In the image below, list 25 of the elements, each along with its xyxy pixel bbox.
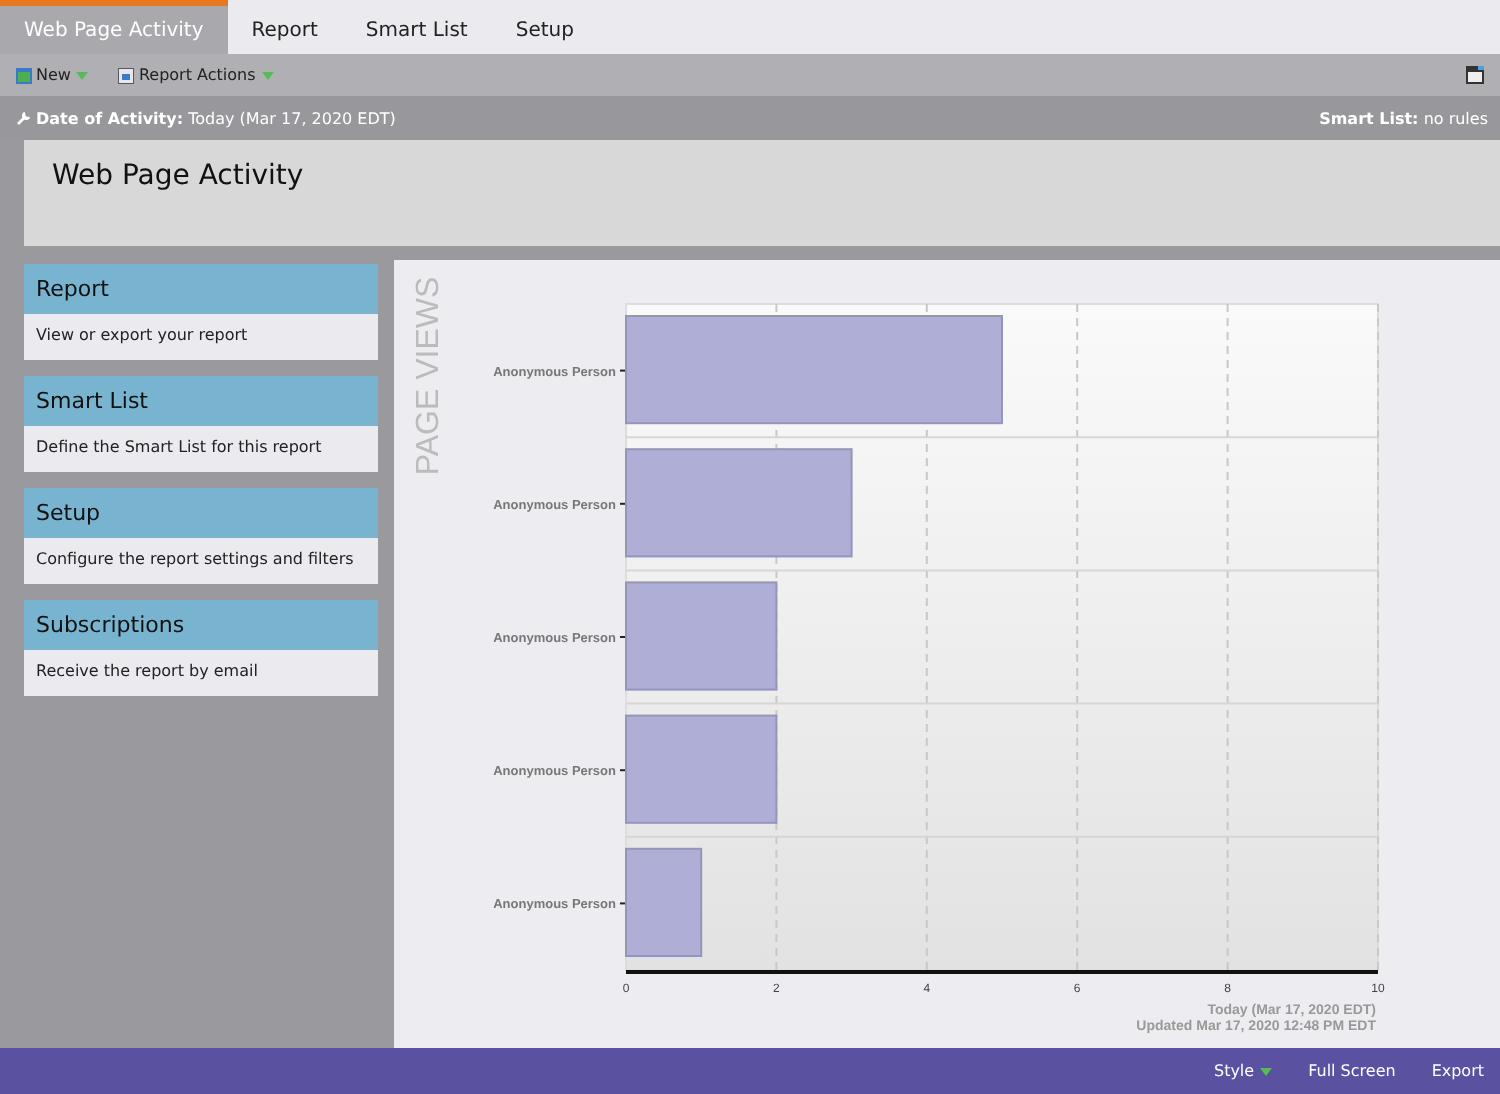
card-description: View or export your report <box>34 324 250 348</box>
toolbar-button[interactable]: New <box>16 66 91 84</box>
report-title: Web Page Activity <box>52 159 304 191</box>
smart-list-filter: Smart List: no rules <box>1319 109 1488 127</box>
window-icon[interactable] <box>1466 66 1484 84</box>
tab[interactable]: Setup <box>491 0 598 54</box>
report-icon <box>118 67 135 83</box>
card-title[interactable]: Report <box>24 264 378 314</box>
card-title[interactable]: Subscriptions <box>24 600 378 650</box>
tab[interactable]: Smart List <box>341 0 492 54</box>
card-description: Receive the report by email <box>34 660 260 684</box>
caret-icon <box>259 69 276 81</box>
new-document-icon <box>16 67 32 83</box>
tab[interactable]: Report <box>227 0 342 54</box>
footer-button[interactable]: Style <box>1213 1062 1273 1080</box>
caret-icon <box>74 69 91 81</box>
card-title[interactable]: Smart List <box>24 376 378 426</box>
footer-button[interactable]: Export <box>1431 1062 1484 1080</box>
card-title[interactable]: Setup <box>24 488 378 538</box>
toolbar-button[interactable]: Report Actions <box>118 66 276 84</box>
wrench-icon <box>16 110 32 126</box>
card-description: Configure the report settings and filters <box>34 548 356 572</box>
footer-button[interactable]: Full Screen <box>1308 1062 1396 1080</box>
card-description: Define the Smart List for this report <box>34 436 324 460</box>
date-filter: Date of Activity: Today (Mar 17, 2020 EDT) <box>36 109 396 127</box>
